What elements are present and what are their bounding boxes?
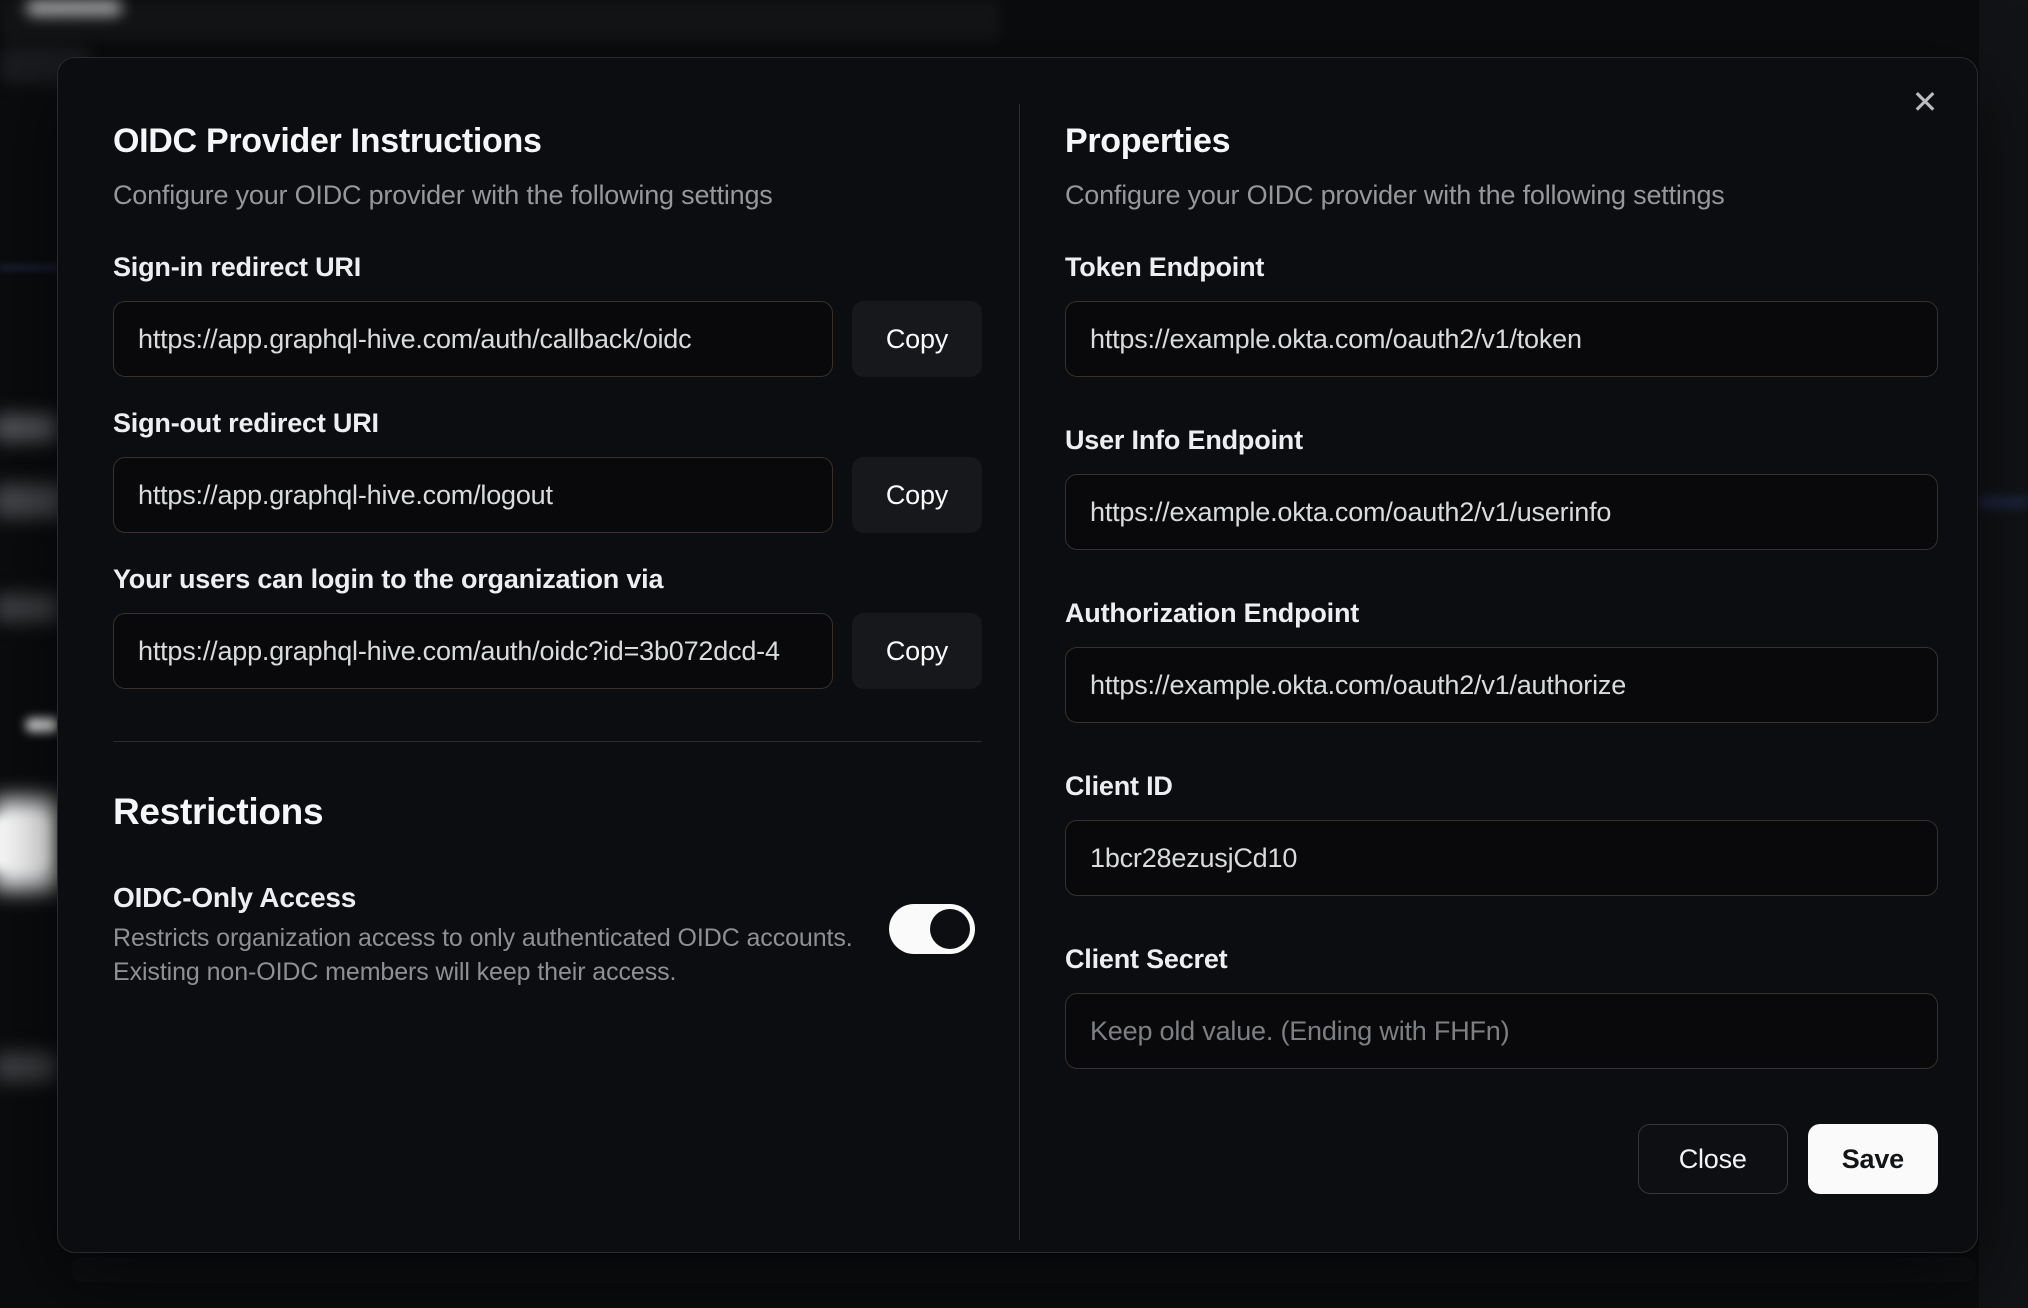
client-id-input[interactable] (1065, 820, 1938, 896)
client-secret-label: Client Secret (1065, 944, 1228, 974)
restrictions-title: Restrictions (113, 791, 324, 832)
sign-out-redirect-uri-row: Copy (113, 457, 1019, 533)
background-right-strip (1979, 0, 2028, 1308)
background-white-blur (0, 798, 58, 890)
oidc-provider-dialog: ✕ OIDC Provider Instructions Configure y… (57, 57, 1978, 1253)
background-blur-artifact (0, 1052, 56, 1082)
sign-out-redirect-uri-input[interactable] (113, 457, 833, 533)
token-endpoint-input[interactable] (1065, 301, 1938, 377)
sign-in-redirect-uri-label: Sign-in redirect URI (113, 252, 362, 282)
dialog-actions: Close Save (1065, 1124, 1938, 1194)
sign-in-redirect-uri-input[interactable] (113, 301, 833, 377)
authorization-endpoint-input[interactable] (1065, 647, 1938, 723)
save-button[interactable]: Save (1807, 1124, 1938, 1194)
client-id-label: Client ID (1065, 771, 1173, 801)
background-blur-band (0, 0, 1000, 42)
authorization-endpoint-label: Authorization Endpoint (1065, 598, 1360, 628)
toggle-knob-icon (930, 909, 970, 949)
user-info-endpoint-label: User Info Endpoint (1065, 425, 1303, 455)
organization-login-url-label: Your users can login to the organization… (113, 564, 664, 594)
organization-login-url-row: Copy (113, 613, 1019, 689)
background-blur-artifact (0, 414, 58, 442)
copy-login-url-button[interactable]: Copy (852, 613, 982, 689)
properties-subtitle: Configure your OIDC provider with the fo… (1065, 180, 1725, 210)
copy-sign-in-uri-button[interactable]: Copy (852, 301, 982, 377)
client-secret-input[interactable] (1065, 993, 1938, 1069)
copy-sign-out-uri-button[interactable]: Copy (852, 457, 982, 533)
organization-login-url-input[interactable] (113, 613, 833, 689)
instructions-panel: OIDC Provider Instructions Configure you… (58, 58, 1019, 1252)
sign-in-redirect-uri-row: Copy (113, 301, 1019, 377)
background-blur-artifact (1979, 496, 2028, 508)
oidc-only-access-row: OIDC-Only Access Restricts organization … (113, 879, 982, 989)
properties-panel: Properties Configure your OIDC provider … (1019, 58, 1979, 1252)
properties-title: Properties (1065, 122, 1231, 160)
background-blur-artifact (26, 718, 58, 732)
background-white-blur (0, 816, 48, 870)
section-divider (113, 741, 982, 742)
oidc-only-access-label: OIDC-Only Access (113, 882, 357, 913)
oidc-only-access-text: OIDC-Only Access Restricts organization … (113, 879, 853, 989)
oidc-only-access-description: Restricts organization access to only au… (113, 924, 853, 986)
instructions-subtitle: Configure your OIDC provider with the fo… (113, 180, 773, 210)
close-button[interactable]: Close (1637, 1124, 1788, 1194)
sign-out-redirect-uri-label: Sign-out redirect URI (113, 408, 379, 438)
background-blur-text (26, 0, 122, 16)
token-endpoint-label: Token Endpoint (1065, 252, 1265, 282)
oidc-only-access-toggle[interactable] (889, 904, 975, 954)
instructions-title: OIDC Provider Instructions (113, 122, 542, 160)
user-info-endpoint-input[interactable] (1065, 474, 1938, 550)
modal-shadow-layer (71, 1257, 1976, 1283)
background-blur-artifact (0, 594, 60, 622)
